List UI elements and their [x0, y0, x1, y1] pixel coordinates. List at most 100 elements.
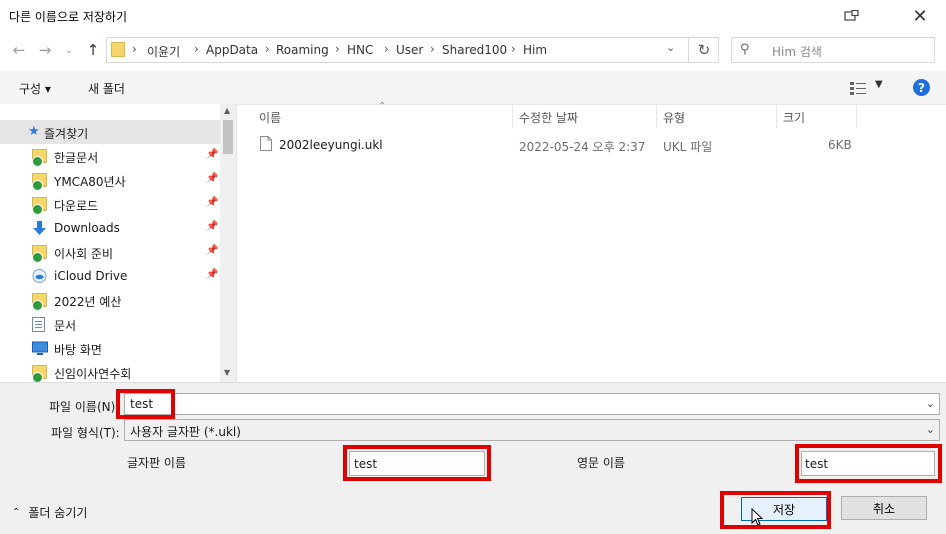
breadcrumb-item[interactable]: 이윤기	[147, 43, 180, 60]
folder-icon	[32, 149, 47, 167]
forward-arrow-icon[interactable]: →	[34, 38, 56, 62]
nav-item-documents[interactable]: 문서	[0, 312, 220, 336]
file-name[interactable]: 2002leeyungi.ukl	[279, 138, 383, 152]
window-title: 다른 이름으로 저장하기	[9, 10, 128, 24]
pin-icon: 📌	[206, 197, 219, 208]
cloud-icon	[32, 269, 47, 283]
file-size: 6KB	[828, 138, 852, 152]
column-divider[interactable]	[776, 104, 777, 128]
scroll-up-icon[interactable]: ▲	[224, 106, 230, 115]
nav-item-new-director[interactable]: 신임이사연수회	[0, 360, 220, 382]
desktop-icon	[32, 341, 48, 355]
english-name-label: 영문 이름	[577, 456, 625, 470]
filetype-value: 사용자 글자판 (*.ukl)	[130, 425, 241, 439]
filename-label: 파일 이름(N):	[49, 400, 120, 414]
korean-name-input[interactable]: test	[349, 451, 485, 476]
pin-icon: 📌	[206, 269, 219, 280]
new-folder-button[interactable]: 새 폴더	[88, 80, 125, 97]
folder-icon	[32, 365, 47, 382]
nav-item-board-prep[interactable]: 이사회 준비 📌	[0, 240, 220, 264]
mouse-cursor-icon	[751, 507, 764, 529]
file-modified: 2022-05-24 오후 2:37	[519, 140, 646, 154]
nav-item-hangul-docs[interactable]: 한글문서 📌	[0, 144, 220, 168]
korean-name-value: test	[354, 457, 378, 471]
breadcrumb-item[interactable]: Shared100	[442, 43, 507, 57]
folder-icon	[111, 42, 125, 57]
cancel-button-label: 취소	[872, 501, 896, 516]
chevron-right-icon: ›	[335, 42, 340, 56]
sort-ascending-icon: ⌃	[378, 101, 387, 112]
column-divider[interactable]	[656, 104, 657, 128]
breadcrumb-item[interactable]: User	[396, 43, 423, 57]
nav-item-label: 바탕 화면	[54, 343, 102, 357]
breadcrumb-item[interactable]: Him	[523, 43, 547, 57]
up-arrow-icon[interactable]: ↑	[82, 38, 104, 62]
chevron-right-icon: ›	[430, 42, 435, 56]
chevron-down-icon[interactable]: ⌄	[926, 423, 935, 436]
breadcrumb-item[interactable]: HNC	[347, 43, 373, 57]
chevron-right-icon: ›	[511, 42, 516, 56]
hide-folders-toggle[interactable]: ⌃ 폴더 숨기기	[12, 504, 87, 521]
chevron-down-icon[interactable]: ⌄	[666, 41, 675, 54]
filename-field[interactable]: test ⌄	[124, 393, 940, 415]
pin-icon: 📌	[206, 173, 219, 184]
column-divider[interactable]	[856, 104, 857, 128]
folder-icon	[32, 245, 47, 263]
scroll-thumb[interactable]	[223, 120, 233, 154]
title-bar: 다른 이름으로 저장하기 ✕	[0, 0, 946, 32]
folder-icon	[32, 293, 47, 311]
nav-item-budget[interactable]: 2022년 예산	[0, 288, 220, 312]
help-icon[interactable]: ?	[913, 79, 930, 96]
filetype-select[interactable]: 사용자 글자판 (*.ukl) ⌄	[124, 419, 940, 441]
search-placeholder: Him 검색	[772, 45, 822, 59]
english-name-value: test	[805, 457, 829, 471]
nav-item-label: 문서	[54, 319, 77, 333]
column-header-name[interactable]: 이름	[259, 109, 281, 126]
breadcrumb-item[interactable]: Roaming	[276, 43, 329, 57]
refresh-icon[interactable]: ↻	[688, 37, 719, 63]
column-header-size[interactable]: 크기	[783, 109, 805, 126]
folder-icon	[32, 197, 47, 215]
nav-scrollbar[interactable]: ▲ ▼	[220, 104, 236, 382]
chevron-right-icon: ›	[265, 42, 270, 56]
korean-name-label: 글자판 이름	[127, 456, 187, 470]
chevron-down-icon[interactable]: ⌄	[926, 397, 935, 410]
pin-icon: 📌	[206, 149, 219, 160]
nav-item-label: 2022년 예산	[54, 295, 122, 309]
nav-item-downloads[interactable]: Downloads 📌	[0, 216, 220, 240]
window-options-icon[interactable]	[830, 0, 874, 32]
quick-access-item[interactable]: ★ 즐겨찾기	[0, 120, 220, 144]
save-button-label: 저장	[772, 502, 796, 517]
hide-folders-label: 폴더 숨기기	[28, 506, 88, 520]
toolbar: 구성 ▾ 새 폴더 ▼ ?	[0, 71, 946, 105]
recent-locations-icon[interactable]: ⌄	[58, 38, 80, 62]
nav-item-icloud[interactable]: iCloud Drive 📌	[0, 264, 220, 288]
organize-button[interactable]: 구성 ▾	[19, 80, 51, 97]
breadcrumb-item[interactable]: AppData	[206, 43, 258, 57]
view-options-icon[interactable]	[850, 81, 868, 95]
cancel-button[interactable]: 취소	[841, 496, 927, 520]
search-input[interactable]: ⚲ Him 검색	[731, 37, 935, 63]
close-icon[interactable]: ✕	[898, 0, 942, 32]
nav-item-desktop[interactable]: 바탕 화면	[0, 336, 220, 360]
chevron-right-icon: ›	[384, 42, 389, 56]
navigation-pane: ★ 즐겨찾기 한글문서 📌 YMCA80년사 📌 다운로드 📌 Download…	[0, 104, 237, 382]
scroll-down-icon[interactable]: ▼	[224, 368, 230, 377]
english-name-input[interactable]: test	[801, 451, 935, 476]
column-header-modified[interactable]: 수정한 날짜	[519, 109, 578, 126]
back-arrow-icon[interactable]: ←	[8, 38, 30, 62]
quick-access-label: 즐겨찾기	[44, 127, 89, 141]
view-dropdown-icon[interactable]: ▼	[875, 79, 883, 90]
nav-item-label: iCloud Drive	[54, 269, 128, 283]
nav-item-label: 신임이사연수회	[54, 367, 132, 381]
column-header-type[interactable]: 유형	[663, 109, 685, 126]
nav-item-ymca[interactable]: YMCA80년사 📌	[0, 168, 220, 192]
nav-item-download-kr[interactable]: 다운로드 📌	[0, 192, 220, 216]
pin-icon: 📌	[206, 221, 219, 232]
nav-item-label: 다운로드	[54, 199, 99, 213]
nav-item-label: 한글문서	[54, 151, 99, 165]
nav-item-label: YMCA80년사	[54, 175, 126, 189]
star-icon: ★	[28, 124, 40, 139]
nav-item-label: 이사회 준비	[54, 247, 114, 261]
column-divider[interactable]	[512, 104, 513, 128]
